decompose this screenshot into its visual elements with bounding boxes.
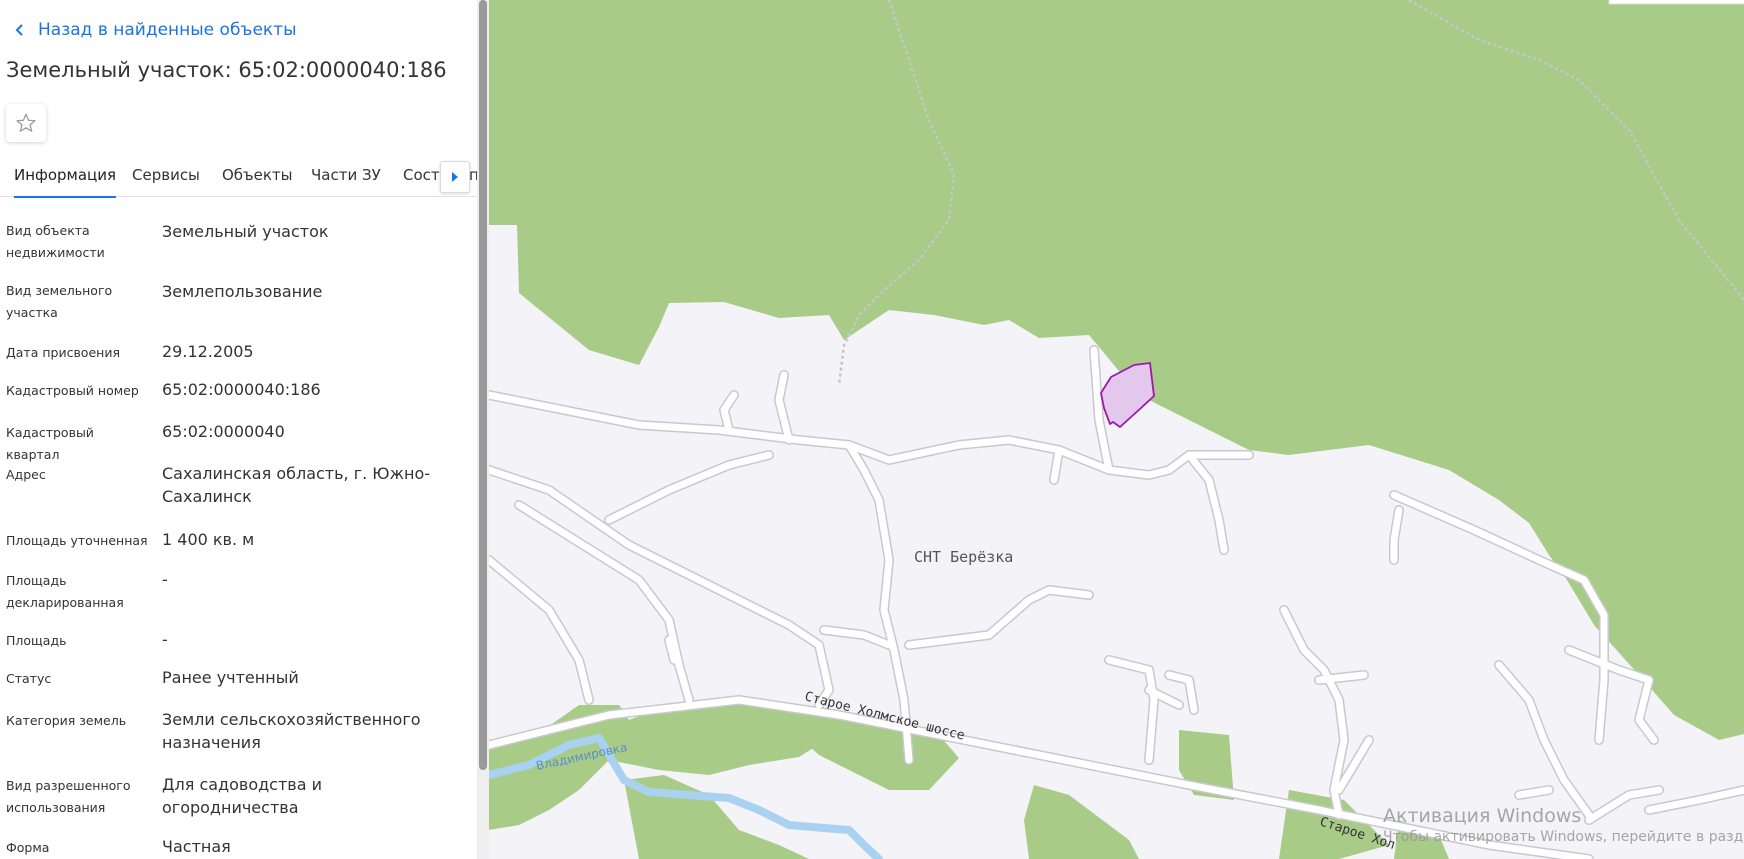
prop-value: 1 400 кв. м [162,530,255,549]
prop-value: - [162,570,168,589]
prop-label: Вид объекта недвижимости [6,223,105,260]
back-link-label: Назад в найденные объекты [38,20,297,40]
panel-scrollbar[interactable] [477,0,489,859]
prop-label: Статус [6,671,52,686]
watermark-title: Активация Windows [1383,805,1582,827]
prop-label: Кадастровый квартал [6,425,94,462]
tabs-scroll-right-button[interactable] [440,161,470,193]
prop-value: Землепользование [162,282,323,301]
map-view[interactable]: Владимировка Старое Холмское шоссе Старо… [489,0,1744,859]
prop-value: Частная [162,837,231,856]
prop-value: Сахалинская область, г. Южно-Сахалинск [162,464,431,506]
prop-value: Ранее учтенный [162,668,299,687]
prop-label: Вид земельного участка [6,283,113,320]
star-icon [16,113,36,132]
tab-parts[interactable]: Части ЗУ [311,166,381,196]
prop-label: Площадь [6,633,67,648]
watermark-subtitle: Чтобы активировать Windows, перейдите в … [1383,829,1744,845]
windows-activation-watermark: Активация Windows Чтобы активировать Win… [1383,805,1744,845]
tab-objects[interactable]: Объекты [222,166,293,196]
prop-label: Адрес [6,467,46,482]
prop-label: Площадь уточненная [6,533,148,548]
back-link[interactable]: Назад в найденные объекты [8,18,297,42]
prop-label: Дата присвоения [6,345,120,360]
tab-bar: Информация Сервисы Объекты Части ЗУ Сост… [0,160,478,198]
prop-value: 65:02:0000040:186 [162,380,321,399]
land-parcel[interactable] [1100,362,1155,428]
scrollbar-thumb[interactable] [479,0,487,770]
area-label: СНТ Берёзка [914,548,1013,566]
prop-label: Площадь декларированная [6,573,124,610]
caret-right-icon [452,172,458,182]
prop-label: Категория земель [6,713,127,728]
prop-value: Земельный участок [162,222,329,241]
prop-label: Кадастровый номер [6,383,139,398]
prop-label: Форма собственности [6,840,50,855]
info-panel: Назад в найденные объекты Земельный учас… [0,0,478,859]
page-title: Земельный участок: 65:02:0000040:186 [6,58,447,82]
tab-services[interactable]: Сервисы [132,166,200,196]
prop-value: Земли сельскохозяйственного назначения [162,710,421,752]
map-control-corner[interactable] [1608,0,1744,5]
map-canvas[interactable]: Владимировка Старое Холмское шоссе Старо… [489,0,1744,859]
prop-value: 65:02:0000040 [162,422,285,441]
tab-info[interactable]: Информация [14,166,117,198]
favorite-button[interactable] [6,104,46,142]
prop-value: 29.12.2005 [162,342,254,361]
prop-value: - [162,630,168,649]
prop-value: Для садоводства и огородничества [162,775,323,817]
prop-label: Вид разрешенного использования [6,778,131,815]
chevron-left-icon [8,18,32,42]
